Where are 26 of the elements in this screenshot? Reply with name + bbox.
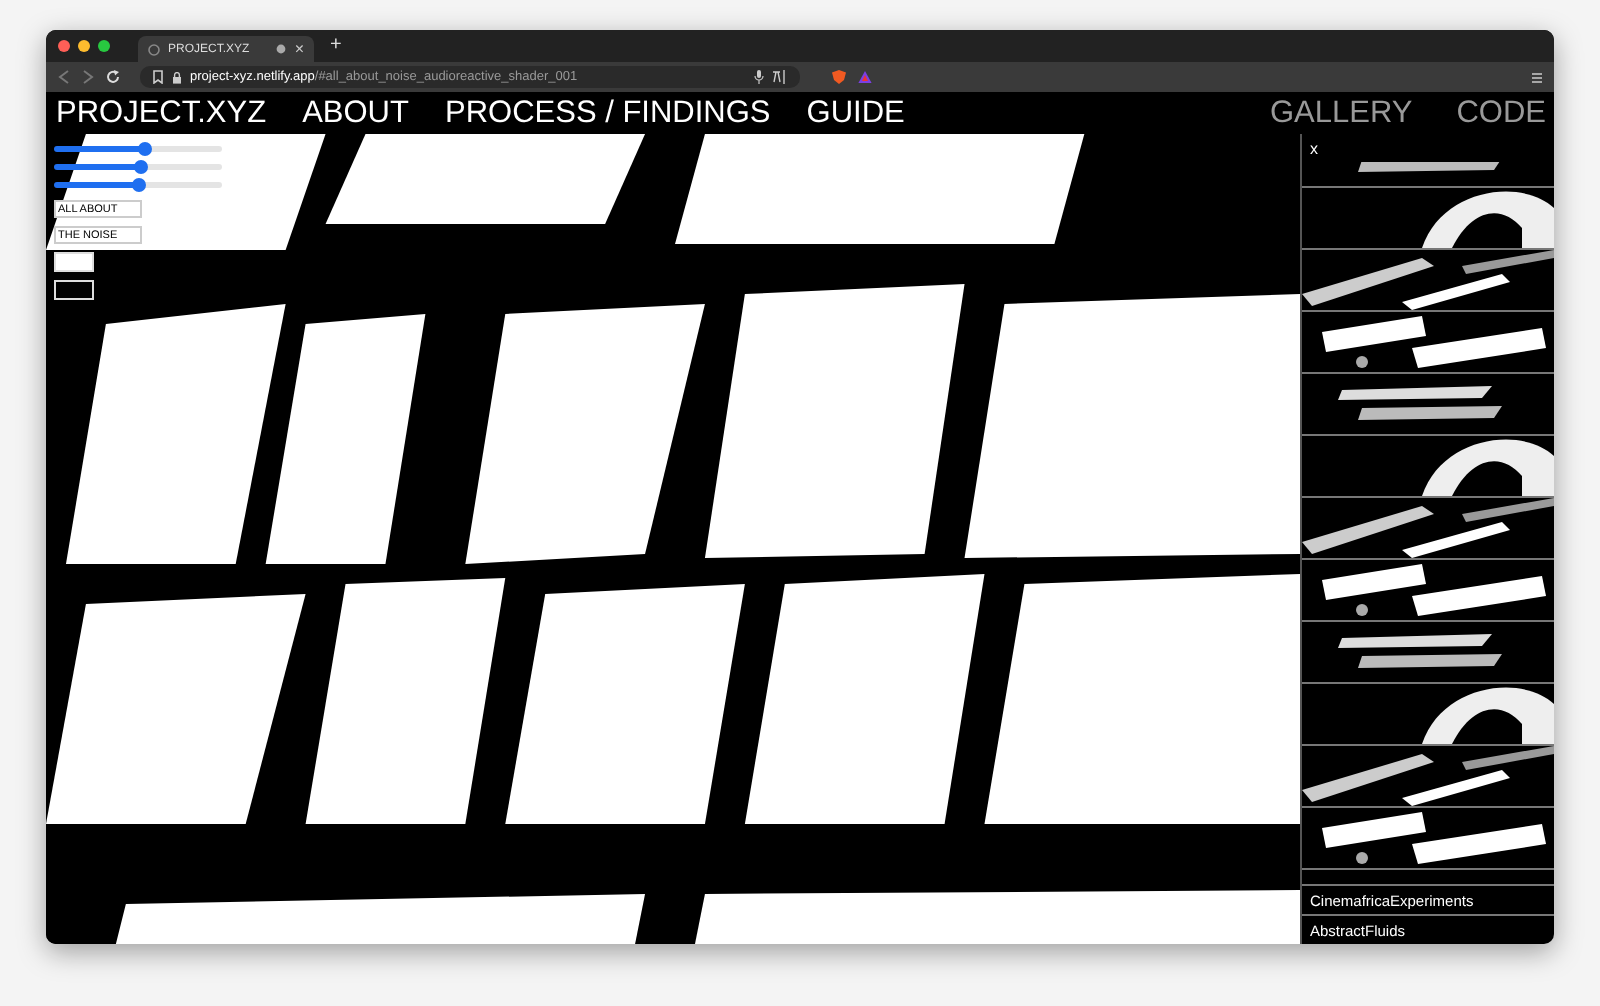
nav-link[interactable]: PROJECT.XYZ [56, 95, 267, 131]
lock-icon [172, 71, 182, 83]
bookmark-icon[interactable] [152, 70, 164, 84]
nav-link[interactable]: PROCESS / FINDINGS [444, 95, 771, 131]
globe-icon [148, 43, 160, 55]
nav-link[interactable]: GUIDE [806, 95, 905, 131]
shield-icon[interactable] [832, 70, 846, 84]
menu-icon[interactable] [1532, 71, 1542, 83]
back-icon[interactable] [58, 70, 70, 84]
forward-icon[interactable] [82, 70, 94, 84]
nav-link[interactable]: CODE [1456, 95, 1546, 131]
color-button[interactable] [54, 280, 94, 300]
nav-link[interactable]: GALLERY [1269, 95, 1413, 131]
translate-icon[interactable] [772, 70, 788, 84]
new-tab-button[interactable]: + [322, 36, 350, 56]
triangle-icon[interactable] [858, 70, 872, 84]
slider[interactable] [54, 164, 222, 170]
slider[interactable] [54, 182, 222, 188]
audio-icon [276, 44, 287, 54]
color-button[interactable] [54, 252, 94, 272]
reload-icon[interactable] [106, 70, 120, 84]
nav-link[interactable]: ABOUT [302, 95, 409, 131]
close-button[interactable]: x [1302, 134, 1554, 162]
microphone-icon[interactable] [754, 70, 764, 84]
close-tab-button[interactable]: × [294, 41, 304, 57]
slider[interactable] [54, 146, 222, 152]
